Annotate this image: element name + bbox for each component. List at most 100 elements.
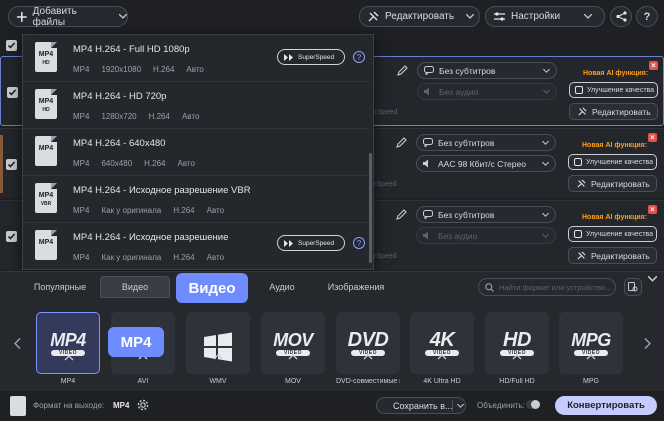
audio-select[interactable]: Без аудио bbox=[417, 83, 557, 100]
superspeed-help-icon[interactable]: ? bbox=[353, 237, 365, 249]
ai-feature-label: Новая AI функция: bbox=[582, 142, 648, 149]
preset-item[interactable]: MP4 HD MP4 H.264 - Full HD 1080p MP4 1920x… bbox=[23, 35, 369, 82]
preset-icon-label: MP4 bbox=[38, 239, 54, 246]
preset-container: MP4 bbox=[73, 159, 90, 168]
enhance-icon bbox=[574, 230, 582, 238]
pencil-icon[interactable] bbox=[397, 65, 408, 76]
file-checkbox[interactable] bbox=[6, 159, 17, 170]
superspeed-label: rSpeed bbox=[375, 109, 398, 116]
subtitles-select[interactable]: Без субтитров bbox=[416, 206, 556, 223]
improve-quality-button[interactable]: Улучшение качества bbox=[568, 226, 657, 242]
add-files-label: Добавить файлы bbox=[32, 5, 77, 28]
dropdown-scrollbar[interactable] bbox=[369, 153, 372, 263]
device-detect-button[interactable] bbox=[624, 278, 642, 296]
improve-quality-button[interactable]: Улучшение качества bbox=[569, 82, 658, 98]
preset-item[interactable]: MP4 HD MP4 H.264 - HD 720p MP4 1280x720 H.2… bbox=[23, 82, 369, 129]
check-icon bbox=[7, 42, 16, 49]
add-files-button[interactable]: Добавить файлы bbox=[8, 5, 128, 28]
remove-file-button[interactable]: × bbox=[648, 133, 657, 142]
format-label-avi: AVI bbox=[137, 378, 149, 385]
preset-item[interactable]: MP4 VBR MP4 H.264 - Исходное разрешение V… bbox=[23, 176, 369, 223]
improve-quality-button[interactable]: Улучшение качества bbox=[568, 154, 657, 170]
edit-toolbar-button[interactable]: Редактировать bbox=[359, 6, 480, 27]
save-to-select[interactable]: Сохранить в... bbox=[376, 397, 466, 414]
merge-toggle-knob bbox=[531, 400, 540, 409]
audio-value: Без аудио bbox=[438, 230, 478, 241]
format-label-mov: MOV bbox=[285, 378, 301, 385]
tab-images[interactable]: Изображения bbox=[320, 276, 392, 298]
audio-select[interactable]: Без аудио bbox=[416, 227, 556, 244]
chevron-up-icon bbox=[363, 354, 373, 360]
chevron-down-icon bbox=[542, 212, 549, 217]
bottom-bar: Формат на выходе: MP4 Сохранить в... Объ… bbox=[0, 389, 664, 421]
merge-toggle[interactable] bbox=[526, 400, 540, 409]
settings-button[interactable]: Настройки bbox=[485, 6, 605, 27]
tools-icon bbox=[577, 251, 586, 260]
hd-logo: HD VIDEO bbox=[500, 330, 534, 356]
file-checkbox[interactable] bbox=[7, 87, 18, 98]
speaker-icon bbox=[424, 87, 429, 96]
audio-select[interactable]: AAC 98 Кбит/с Стерео bbox=[416, 155, 556, 172]
pencil-icon[interactable] bbox=[396, 137, 407, 148]
format-label-wmv: WMV bbox=[209, 378, 227, 385]
subtitles-select[interactable]: Без субтитров bbox=[417, 62, 557, 79]
settings-label: Настройки bbox=[511, 11, 561, 22]
scroll-right-arrow-icon[interactable] bbox=[644, 338, 651, 349]
pencil-icon[interactable] bbox=[396, 209, 407, 220]
gear-icon[interactable] bbox=[137, 399, 149, 411]
format-logo-text: MPG bbox=[571, 329, 611, 350]
subtitles-select[interactable]: Без субтитров bbox=[416, 134, 556, 151]
edit-file-label: Редактировать bbox=[591, 250, 650, 261]
preset-meta: MP4 640x480 H.264 Авто bbox=[73, 159, 207, 168]
preset-title: MP4 H.264 - 640x480 bbox=[73, 138, 166, 149]
select-all-checkbox[interactable] bbox=[6, 40, 17, 51]
chevron-up-icon bbox=[586, 354, 596, 360]
format-search-input[interactable]: Найти формат или устройство... bbox=[478, 278, 616, 296]
superspeed-text: SuperSpeed bbox=[298, 53, 335, 61]
format-tile-wmv[interactable] bbox=[186, 312, 250, 374]
check-icon bbox=[7, 161, 16, 168]
format-tile-4k[interactable]: 4K VIDEO bbox=[410, 312, 474, 374]
preset-resolution: 640x480 bbox=[101, 159, 133, 168]
format-search-placeholder: Найти формат или устройство... bbox=[499, 282, 612, 292]
remove-file-button[interactable]: × bbox=[649, 61, 658, 70]
format-tile-hd[interactable]: HD VIDEO bbox=[485, 312, 549, 374]
chevron-down-icon bbox=[542, 140, 549, 145]
tab-popular[interactable]: Популярные bbox=[26, 276, 94, 298]
format-tile-dvd[interactable]: DVD VIDEO bbox=[336, 312, 400, 374]
convert-button[interactable]: Конвертировать bbox=[555, 396, 657, 415]
share-button[interactable] bbox=[610, 6, 632, 27]
scroll-left-arrow-icon[interactable] bbox=[14, 338, 21, 349]
audio-value: AAC 98 Кбит/с Стерео bbox=[438, 158, 526, 169]
remove-file-button[interactable]: × bbox=[648, 205, 657, 214]
format-tile-mpg[interactable]: MPG VIDEO bbox=[559, 312, 623, 374]
tab-audio[interactable]: Аудио bbox=[248, 276, 316, 298]
preset-codec: H.264 bbox=[144, 159, 166, 168]
format-tile-mov[interactable]: MOV VIDEO bbox=[261, 312, 325, 374]
preset-meta: MP4 1280x720 H.264 Авто bbox=[73, 112, 211, 121]
edit-file-button[interactable]: Редактировать bbox=[568, 247, 657, 264]
save-to-divider bbox=[452, 400, 453, 412]
ai-feature-label: Новая AI функция: bbox=[583, 70, 649, 77]
superspeed-text: SuperSpeed bbox=[298, 239, 335, 247]
edit-file-button[interactable]: Редактировать bbox=[569, 103, 658, 120]
preset-icon-sublabel: HD bbox=[42, 107, 50, 113]
preset-bitrate: Авто bbox=[181, 112, 200, 121]
format-tile-mp4[interactable]: MP4 VIDEO bbox=[36, 312, 100, 374]
enhance-icon bbox=[574, 158, 582, 166]
preset-item[interactable]: MP4 MP4 H.264 - 640x480 MP4 640x480 H.264 А… bbox=[23, 129, 369, 176]
tools-icon bbox=[578, 107, 587, 116]
collapse-panel-icon[interactable] bbox=[648, 276, 657, 282]
superspeed-help-icon[interactable]: ? bbox=[353, 51, 365, 63]
superspeed-badge: SuperSpeed bbox=[277, 235, 345, 251]
preset-item[interactable]: MP4 MP4 H.264 - Исходное разрешение MP4 К… bbox=[23, 223, 369, 270]
help-button[interactable]: ? bbox=[636, 6, 658, 27]
tab-video[interactable]: Видео bbox=[100, 276, 170, 298]
help-label: ? bbox=[643, 10, 651, 23]
output-format-label: Формат на выходе: bbox=[33, 401, 105, 410]
share-icon bbox=[615, 11, 627, 22]
edit-file-button[interactable]: Редактировать bbox=[568, 175, 657, 192]
preset-container: MP4 bbox=[73, 65, 90, 74]
file-checkbox[interactable] bbox=[6, 231, 17, 242]
preset-meta: MP4 Как у оригинала H.264 Авто bbox=[73, 206, 236, 215]
